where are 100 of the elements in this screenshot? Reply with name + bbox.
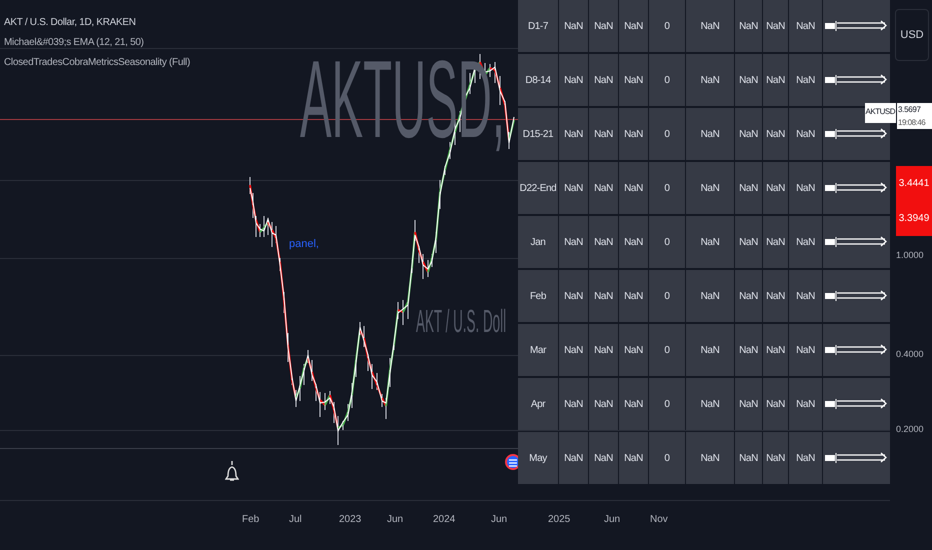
double-arrow-icon: [824, 452, 888, 464]
table-cell: May: [518, 432, 558, 484]
table-cell: NaN: [589, 0, 618, 52]
table-cell: Apr: [518, 378, 558, 430]
table-cell: D22-End: [518, 162, 558, 214]
description-watermark: AKT / U.S. Doll: [416, 305, 506, 337]
table-cell: NaN: [619, 324, 648, 376]
alert-icon[interactable]: [225, 460, 239, 482]
table-cell: NaN: [686, 216, 734, 268]
table-cell: NaN: [589, 54, 618, 106]
table-cell: NaN: [763, 324, 788, 376]
table-cell: NaN: [619, 162, 648, 214]
axis-label: 2025: [548, 514, 570, 525]
double-arrow-icon: [824, 236, 888, 248]
table-cell: NaN: [686, 162, 734, 214]
price-value: 3.4441: [898, 178, 930, 189]
table-cell: NaN: [789, 216, 822, 268]
indicator-title[interactable]: ClosedTradesCobraMetricsSeasonality (Full): [4, 57, 190, 68]
table-cell: NaN: [735, 432, 762, 484]
table-cell: 0: [649, 216, 685, 268]
axis-label: Feb: [242, 514, 260, 525]
table-cell: NaN: [589, 378, 618, 430]
price-value: 3.5697: [898, 105, 922, 114]
table-cell: NaN: [686, 378, 734, 430]
axis-label: Jul: [289, 514, 302, 525]
table-cell: NaN: [735, 378, 762, 430]
table-cell: NaN: [763, 432, 788, 484]
chart-label: panel,: [289, 238, 319, 250]
table-cell: NaN: [619, 0, 648, 52]
currency-button[interactable]: USD: [895, 9, 929, 61]
table-cell: NaN: [763, 216, 788, 268]
table-cell: NaN: [559, 108, 588, 160]
table-cell: Feb: [518, 270, 558, 322]
axis-label: 0.2000: [896, 424, 924, 434]
table-cell: NaN: [559, 162, 588, 214]
table-cell: NaN: [789, 162, 822, 214]
table-cell: 0: [649, 378, 685, 430]
double-arrow-icon: [824, 344, 888, 356]
double-arrow-icon: [824, 20, 888, 32]
table-cell: 0: [649, 270, 685, 322]
table-cell: NaN: [589, 162, 618, 214]
double-arrow-icon: [824, 398, 888, 410]
table-cell: NaN: [686, 270, 734, 322]
table-cell: NaN: [559, 324, 588, 376]
table-cell: NaN: [763, 108, 788, 160]
table-cell: D1-7: [518, 0, 558, 52]
indicator-title[interactable]: Michael&#039;s EMA (12, 21, 50): [4, 37, 190, 48]
axis-label: 0.4000: [896, 349, 924, 359]
table-cell: NaN: [559, 378, 588, 430]
table-cell: 0: [649, 162, 685, 214]
table-cell: NaN: [619, 108, 648, 160]
axis-label: 1.0000: [896, 250, 924, 260]
table-cell: NaN: [686, 324, 734, 376]
table-cell: D15-21: [518, 108, 558, 160]
table-cell: NaN: [619, 270, 648, 322]
table-cell: NaN: [789, 378, 822, 430]
symbol-title[interactable]: AKT / U.S. Dollar, 1D, KRAKEN: [4, 17, 190, 28]
table-cell: NaN: [789, 324, 822, 376]
table-cell: NaN: [589, 270, 618, 322]
table-cell: 0: [649, 324, 685, 376]
table-cell: NaN: [735, 162, 762, 214]
table-cell: NaN: [763, 0, 788, 52]
table-cell: NaN: [686, 0, 734, 52]
symbol-tag: AKTUSD: [864, 103, 896, 123]
table-cell: NaN: [559, 54, 588, 106]
table-cell: NaN: [763, 270, 788, 322]
table-cell: NaN: [619, 216, 648, 268]
axis-label: Jun: [491, 514, 508, 525]
table-cell: NaN: [763, 378, 788, 430]
axis-label: Jun: [604, 514, 620, 525]
countdown-text: 19:08:46: [898, 118, 926, 127]
table-cell: NaN: [619, 378, 648, 430]
table-cell: NaN: [559, 270, 588, 322]
table-cell: NaN: [735, 0, 762, 52]
table-cell: D8-14: [518, 54, 558, 106]
table-cell: 0: [649, 108, 685, 160]
table-cell: NaN: [589, 432, 618, 484]
table-cell: NaN: [589, 324, 618, 376]
table-cell: NaN: [619, 54, 648, 106]
table-cell: NaN: [763, 54, 788, 106]
table-cell: 0: [649, 0, 685, 52]
price-value: 3.3949: [898, 213, 930, 224]
double-arrow-icon: [824, 290, 888, 302]
double-arrow-icon: [824, 182, 888, 194]
table-cell: NaN: [559, 0, 588, 52]
axis-label: 2023: [339, 514, 362, 525]
axis-label: Nov: [650, 514, 668, 525]
table-cell: Jan: [518, 216, 558, 268]
table-cell: NaN: [789, 432, 822, 484]
table-cell: NaN: [789, 0, 822, 52]
table-cell: NaN: [735, 324, 762, 376]
axis-label: Jun: [387, 514, 404, 525]
double-arrow-icon: [824, 74, 888, 86]
table-cell: 0: [649, 432, 685, 484]
table-cell: NaN: [686, 54, 734, 106]
table-cell: NaN: [735, 270, 762, 322]
table-cell: NaN: [789, 270, 822, 322]
table-cell: NaN: [789, 108, 822, 160]
axis-label: 2024: [433, 514, 456, 525]
table-cell: NaN: [735, 54, 762, 106]
